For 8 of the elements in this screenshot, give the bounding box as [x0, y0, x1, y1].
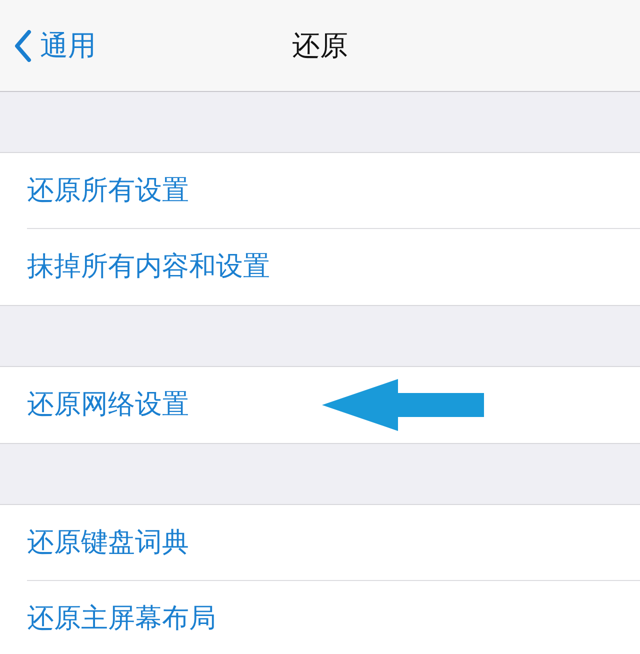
page-title: 还原	[292, 28, 348, 64]
settings-item[interactable]: 还原所有设置	[27, 170, 189, 212]
settings-item[interactable]: 还原主屏幕布局	[27, 598, 216, 640]
chevron-left-icon	[14, 30, 32, 62]
settings-item[interactable]: 还原网络设置	[27, 384, 189, 426]
settings-item[interactable]: 抹掉所有内容和设置	[27, 246, 270, 288]
back-button[interactable]: 通用	[0, 24, 96, 66]
settings-item[interactable]: 还原键盘词典	[27, 522, 189, 564]
